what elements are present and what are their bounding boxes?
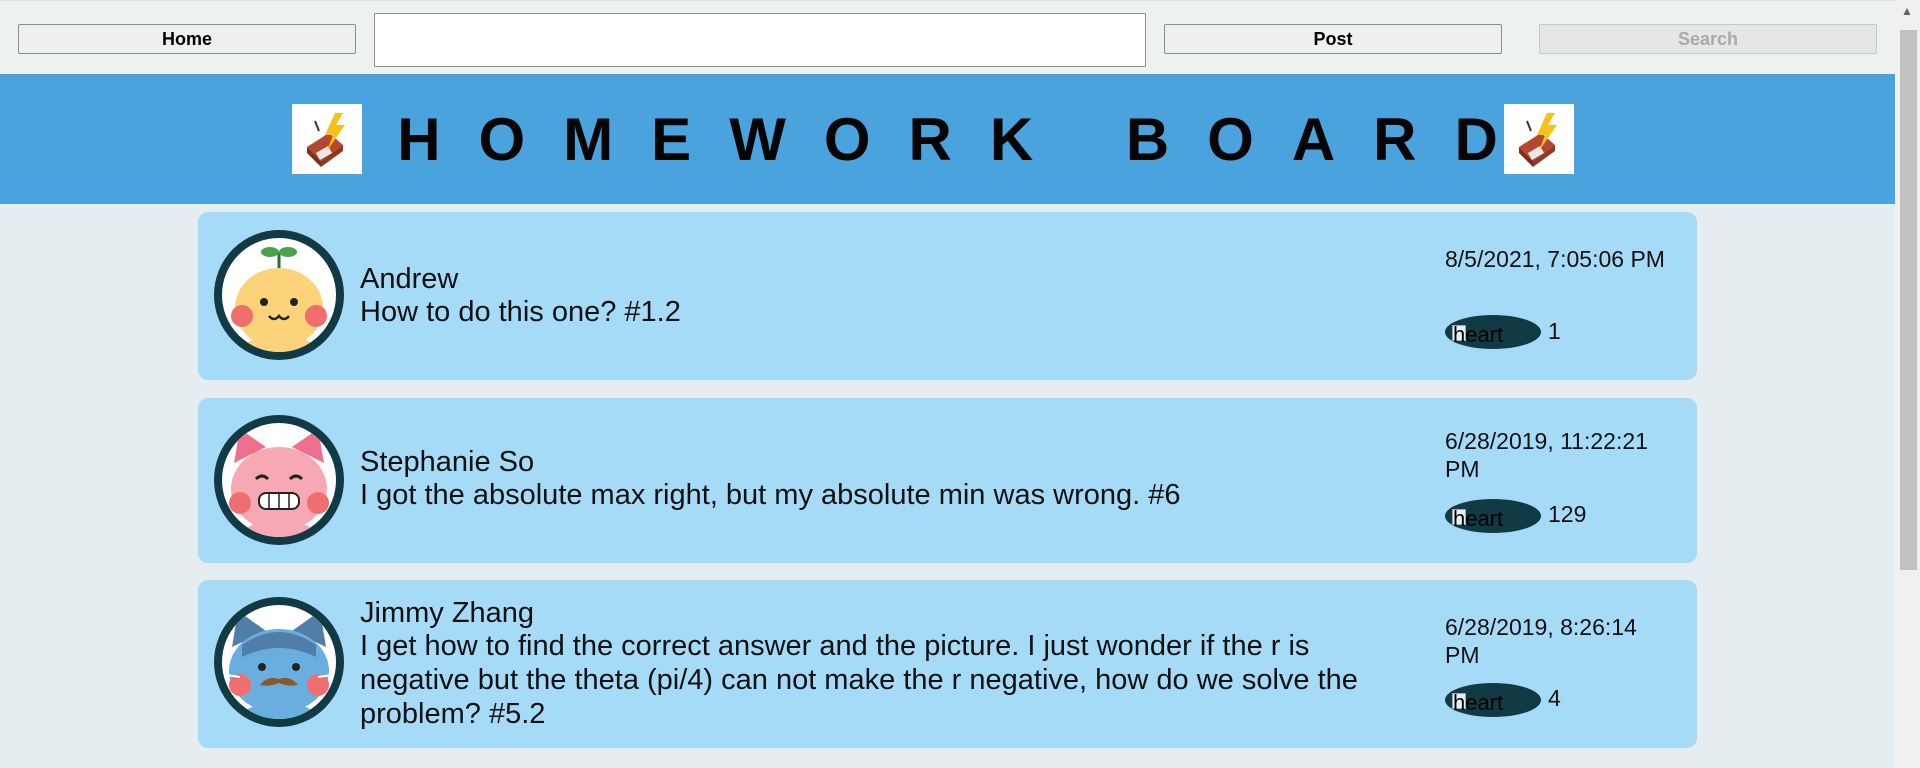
home-button[interactable]: Home [18, 24, 356, 54]
notebook-lightning-icon [292, 104, 362, 174]
post-content: I get how to find the correct answer and… [360, 630, 1358, 730]
header-banner: HOMEWORK BOARD [0, 74, 1895, 204]
post-author: Andrew [360, 263, 459, 295]
post-card[interactable]: Stephanie So I got the absolute max righ… [198, 398, 1697, 563]
post-card[interactable]: Andrew How to do this one? #1.2 8/5/2021… [198, 212, 1697, 380]
like-button[interactable]: heart [1445, 315, 1541, 349]
post-button[interactable]: Post [1164, 24, 1502, 54]
post-date: 8/5/2021, 7:05:06 PM [1445, 246, 1665, 272]
like-count: 129 [1548, 501, 1587, 527]
post-date: 6/28/2019, 8:26:14 PM [1445, 614, 1637, 668]
post-date: 6/28/2019, 11:22:21 PM [1445, 428, 1648, 482]
page-title: HOMEWORK BOARD [397, 105, 1536, 173]
scroll-up-icon[interactable]: ▲ [1901, 4, 1913, 18]
avatar [214, 230, 344, 360]
search-input[interactable] [374, 13, 1146, 67]
search-button[interactable]: Search [1539, 24, 1877, 54]
heart-icon: heart [1453, 322, 1504, 347]
avatar [214, 415, 344, 545]
avatar [214, 597, 344, 727]
like-button[interactable]: heart [1445, 499, 1541, 533]
heart-icon: heart [1453, 506, 1504, 531]
post-author: Stephanie So [360, 446, 535, 478]
top-nav-bar: Home Post Search [0, 0, 1895, 75]
post-card[interactable]: Jimmy Zhang I get how to find the correc… [198, 580, 1697, 748]
post-content: How to do this one? #1.2 [360, 296, 681, 328]
like-button[interactable]: heart [1445, 683, 1541, 717]
notebook-lightning-icon [1504, 104, 1574, 174]
scrollbar-thumb[interactable] [1900, 30, 1917, 570]
post-content: I got the absolute max right, but my abs… [360, 479, 1181, 511]
heart-icon: heart [1453, 690, 1504, 715]
like-count: 1 [1548, 318, 1561, 344]
like-count: 4 [1548, 685, 1561, 711]
post-author: Jimmy Zhang [360, 597, 535, 629]
